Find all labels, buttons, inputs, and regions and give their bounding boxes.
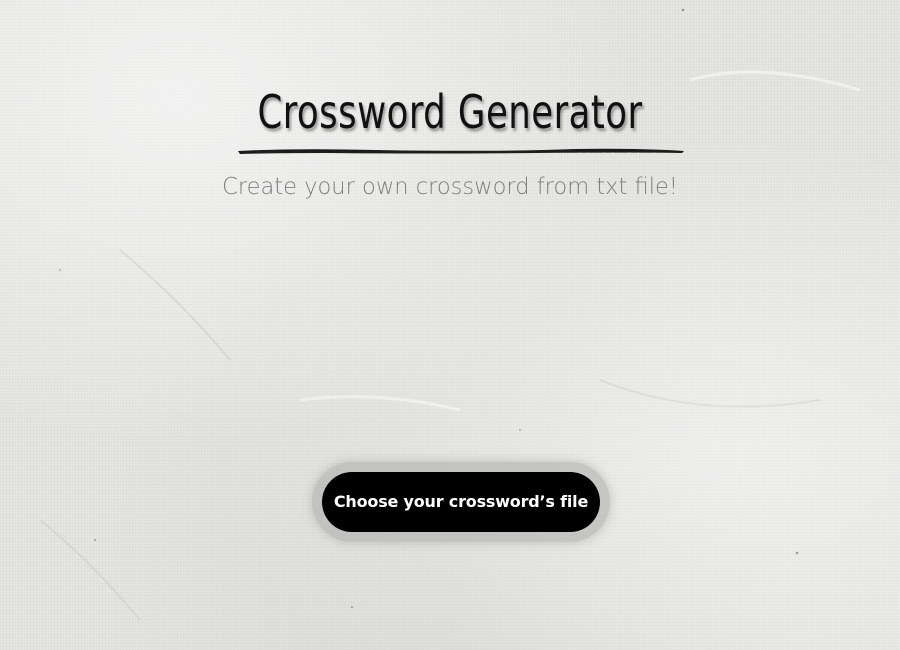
page-title: Crossword Generator [257,85,643,139]
choose-file-button[interactable]: Choose your crossword’s file [322,472,600,532]
page-subtitle: Create your own crossword from txt file! [222,174,678,200]
title-underline [238,148,684,154]
